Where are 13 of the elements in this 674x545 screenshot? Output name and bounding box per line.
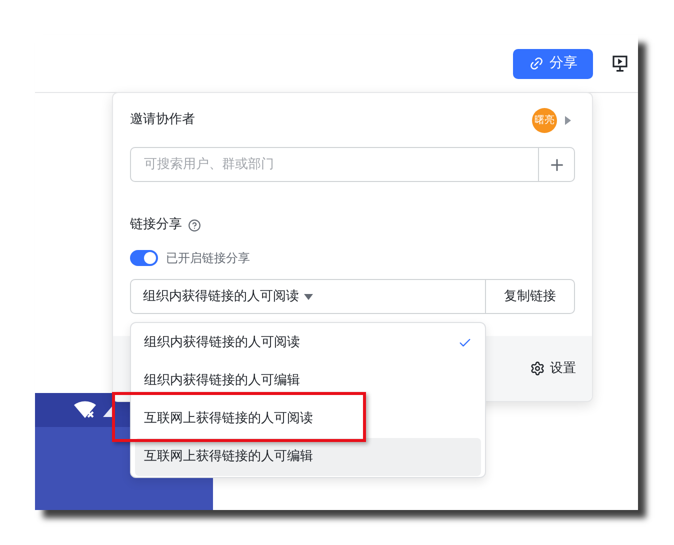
menu-item[interactable]: 互联网上获得链接的人可编辑 [135, 438, 481, 476]
search-field[interactable]: 可搜索用户、群或部门 [130, 147, 539, 182]
settings-button[interactable]: 设置 [530, 358, 576, 378]
invite-title: 邀请协作者 [130, 111, 195, 130]
toggle-label: 已开启链接分享 [166, 250, 250, 267]
caret-icon[interactable] [565, 116, 571, 124]
settings-icon [530, 361, 545, 376]
help-icon[interactable] [188, 218, 201, 232]
link-toggle[interactable] [130, 250, 158, 266]
link-share-title: 链接分享 [130, 216, 182, 234]
presentation-icon[interactable] [612, 55, 628, 72]
share-button[interactable]: 分享 [513, 48, 593, 78]
wifi-off-icon [73, 401, 99, 419]
